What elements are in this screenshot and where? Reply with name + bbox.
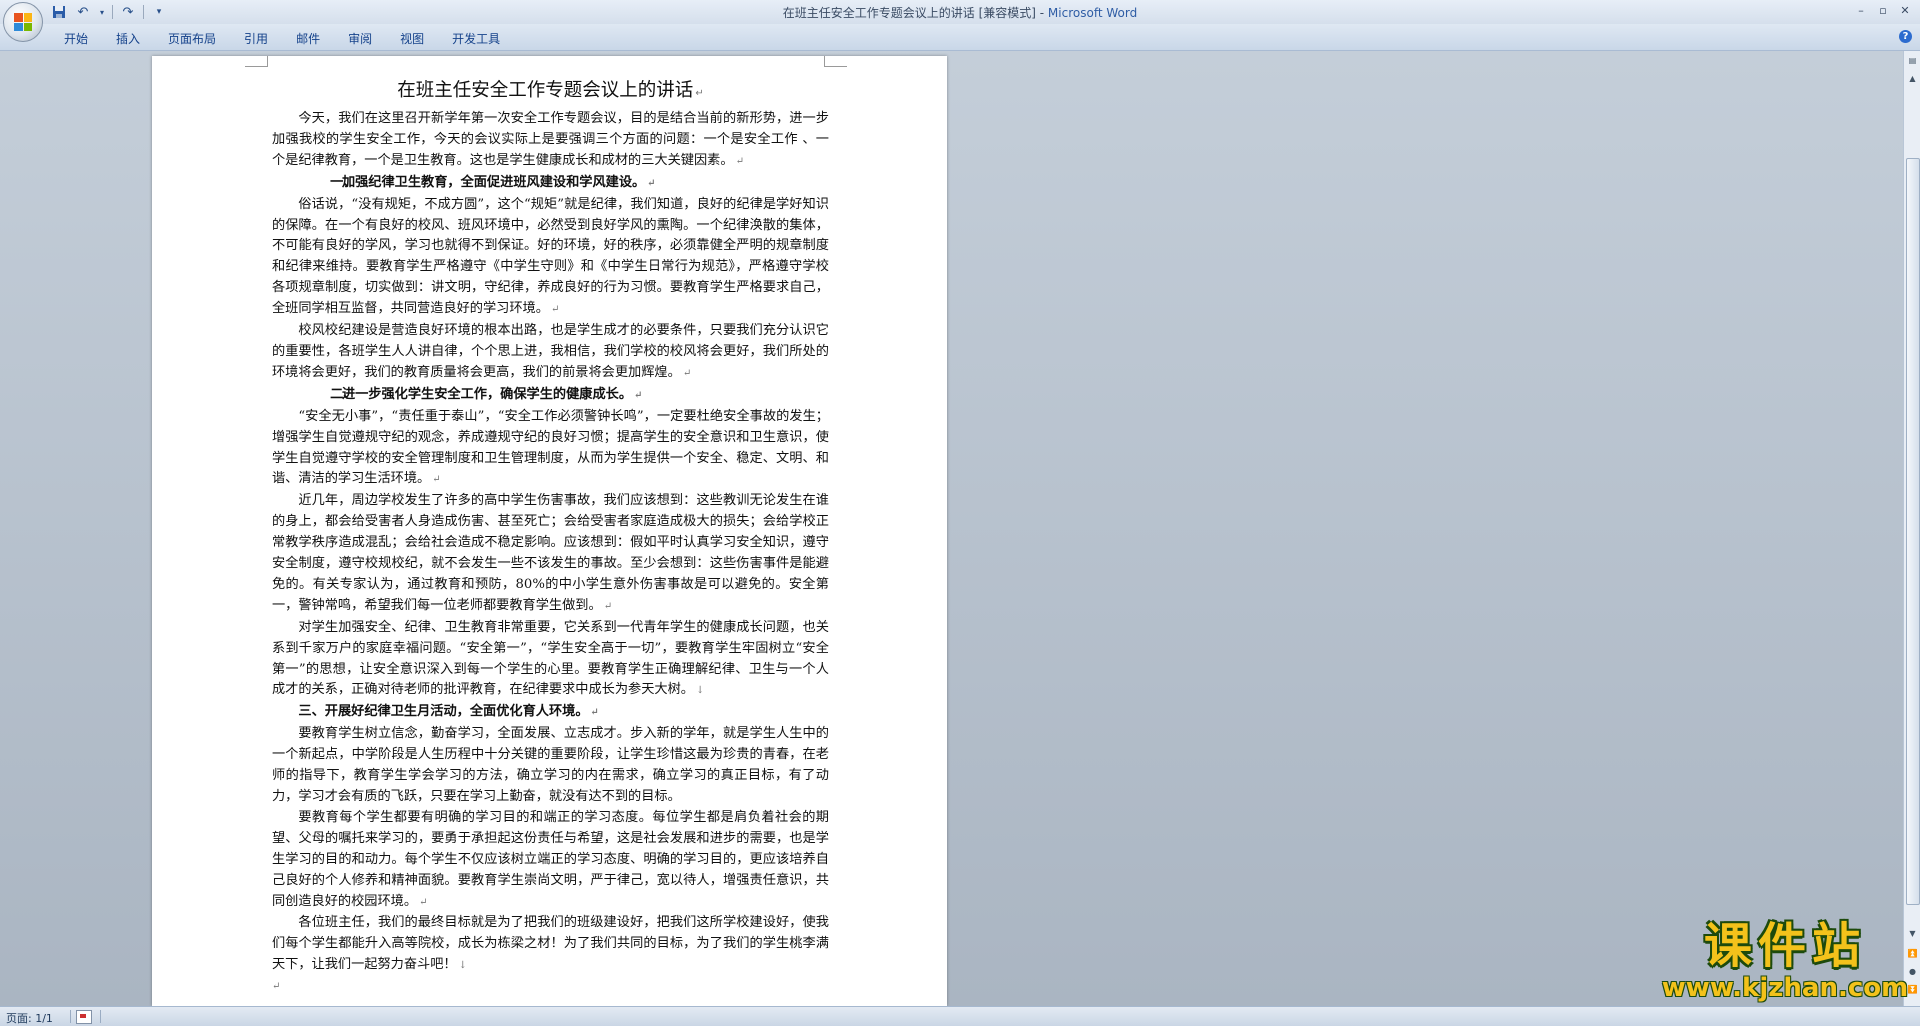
separator [100,1010,101,1023]
section-heading: 三、开展好纪律卫生月活动，全面优化育人环境。 ↵ [272,702,829,724]
watermark-url: www.kjzhan.com [1661,973,1909,1003]
minimize-button[interactable]: – [1850,2,1872,18]
page-count[interactable]: 页面: 1/1 [6,1010,53,1026]
crop-mark [245,56,268,67]
paragraph-text: 各位班主任，我们的最终目标就是为了把我们的班级建设好，把我们这所学校建设好，使我… [272,915,829,973]
tab-review[interactable]: 审阅 [334,30,386,47]
tab-view[interactable]: 视图 [386,30,438,47]
window-title: 在班主任安全工作专题会议上的讲话 [兼容模式] - Microsoft Word [0,4,1920,21]
vertical-scrollbar[interactable]: ▤ ▲ ▼ ⏫ ● ⏬ [1903,51,1920,1006]
paragraph: 对学生加强安全、纪律、卫生教育非常重要，它关系到一代青年学生的健康成长问题，也关… [272,618,829,703]
paragraph: 俗话说，“没有规矩，不成方圆”，这个“规矩”就是纪律，我们知道，良好的纪律是学好… [272,195,829,321]
paragraph-mark: ↵ [682,367,692,379]
paragraph-mark: ↵ [695,88,704,99]
office-logo-icon [14,13,32,31]
help-icon[interactable]: ? [1899,30,1912,43]
tab-references[interactable]: 引用 [230,30,282,47]
paragraph-text: 要教育学生树立信念，勤奋学习，全面发展、立志成才。步入新的学年，就是学生人生中的… [272,726,829,804]
document-page[interactable]: 在班主任安全工作专题会议上的讲话 ↵ 今天，我们在这里召开新学年第一次安全工作专题… [152,56,947,1006]
paragraph-text: 校风校纪建设是营造良好环境的根本出路，也是学生成才的必要条件，只要我们充分认识它… [272,323,829,380]
scrollbar-thumb[interactable] [1906,158,1920,905]
paragraph: 各位班主任，我们的最终目标就是为了把我们的班级建设好，把我们这所学校建设好，使我… [272,913,829,977]
section-heading: 一、加强纪律卫生教育，全面促进班风建设和学风建设。 ↵ [272,173,829,195]
document-heading: 在班主任安全工作专题会议上的讲话 ↵ [272,78,829,107]
ribbon-tab-bar: 开始 插入 页面布局 引用 邮件 审阅 视图 开发工具 ? [0,24,1920,51]
paragraph-mark: ↵ [735,155,744,167]
tab-home[interactable]: 开始 [50,30,102,47]
separator [70,1010,71,1023]
window-controls: – ▫ ✕ [1850,2,1916,18]
heading-text: 三、开展好纪律卫生月活动，全面优化育人环境。 [298,704,589,720]
paragraph-mark: ↵ [432,474,441,486]
line-break-mark: ↓ [458,960,468,972]
document-workspace: 在班主任安全工作专题会议上的讲话 ↵ 今天，我们在这里召开新学年第一次安全工作专题… [0,51,1903,1006]
heading-text: 加强纪律卫生教育，全面促进班风建设和学风建设。 [341,174,646,190]
proofing-status-icon[interactable] [76,1010,92,1024]
office-button[interactable] [3,2,43,42]
paragraph-mark: ↵ [603,600,613,612]
paragraph-text: 要教育每个学生都要有明确的学习目的和端正的学习态度。每位学生都是肩负着社会的期望… [272,809,829,909]
paragraph-mark: ↵ [647,177,656,189]
document-title-text: 在班主任安全工作专题会议上的讲话 [兼容模式] - [782,6,1048,20]
paragraph: 要教育学生树立信念，勤奋学习，全面发展、立志成才。步入新的学年，就是学生人生中的… [272,724,829,808]
maximize-button[interactable]: ▫ [1872,2,1894,18]
paragraph-mark: ↵ [590,707,599,719]
ribbon-tabs: 开始 插入 页面布局 引用 邮件 审阅 视图 开发工具 [50,30,514,47]
paragraph-text: 今天，我们在这里召开新学年第一次安全工作专题会议，目的是结合当前的新形势，进一步… [272,111,829,168]
line-break-mark: ↓ [696,685,705,697]
tab-insert[interactable]: 插入 [102,30,154,47]
scroll-up-icon[interactable]: ▲ [1905,71,1920,86]
paragraph: 校风校纪建设是营造良好环境的根本出路，也是学生成才的必要条件，只要我们充分认识它… [272,321,829,385]
section-heading: 二、进一步强化学生安全工作，确保学生的健康成长。 ↵ [272,385,829,407]
paragraph: 要教育每个学生都要有明确的学习目的和端正的学习态度。每位学生都是肩负着社会的期望… [272,808,829,914]
paragraph-text: 近几年，周边学校发生了许多的高中学生伤害事故，我们应该想到：这些教训无论发生在谁… [272,493,829,613]
watermark-title: 课件站 [1703,918,1866,974]
document-body[interactable]: 在班主任安全工作专题会议上的讲话 ↵ 今天，我们在这里召开新学年第一次安全工作专题… [272,78,829,998]
paragraph-mark: ↵ [634,389,643,401]
paragraph: “安全无小事”，“责任重于泰山”，“安全工作必须警钟长鸣”，一定要杜绝安全事故的… [272,407,829,492]
paragraph-mark: ↵ [419,896,428,908]
paragraph-mark: ↵ [272,981,281,993]
tab-page-layout[interactable]: 页面布局 [154,30,230,47]
paragraph-text: 俗话说，“没有规矩，不成方圆”，这个“规矩”就是纪律，我们知道，良好的纪律是学好… [272,196,829,317]
tab-mailings[interactable]: 邮件 [282,30,334,47]
crop-mark [824,56,847,67]
heading-number: 一、 [330,174,357,190]
site-watermark: 课件站 www.kjzhan.com [1660,918,1910,1008]
app-name: Microsoft Word [1047,6,1138,20]
paragraph-text: “安全无小事”，“责任重于泰山”，“安全工作必须警钟长鸣”，一定要杜绝安全事故的… [272,408,829,487]
tab-developer[interactable]: 开发工具 [438,30,514,47]
heading-text: 在班主任安全工作专题会议上的讲话 [397,80,694,101]
paragraph-mark: ↵ [550,304,560,316]
heading-number: 二、 [330,386,357,402]
paragraph-text: 对学生加强安全、纪律、卫生教育非常重要，它关系到一代青年学生的健康成长问题，也关… [272,619,829,698]
title-bar: ↶ ▾ ↷ ▾ 在班主任安全工作专题会议上的讲话 [兼容模式] - Micros… [0,0,1920,24]
close-button[interactable]: ✕ [1894,2,1916,18]
paragraph: 今天，我们在这里召开新学年第一次安全工作专题会议，目的是结合当前的新形势，进一步… [272,109,829,173]
paragraph: 近几年，周边学校发生了许多的高中学生伤害事故，我们应该想到：这些教训无论发生在谁… [272,491,829,617]
heading-text: 进一步强化学生安全工作，确保学生的健康成长。 [341,386,633,402]
status-bar: 页面: 1/1 [0,1006,1920,1026]
ruler-toggle-icon[interactable]: ▤ [1905,53,1920,68]
